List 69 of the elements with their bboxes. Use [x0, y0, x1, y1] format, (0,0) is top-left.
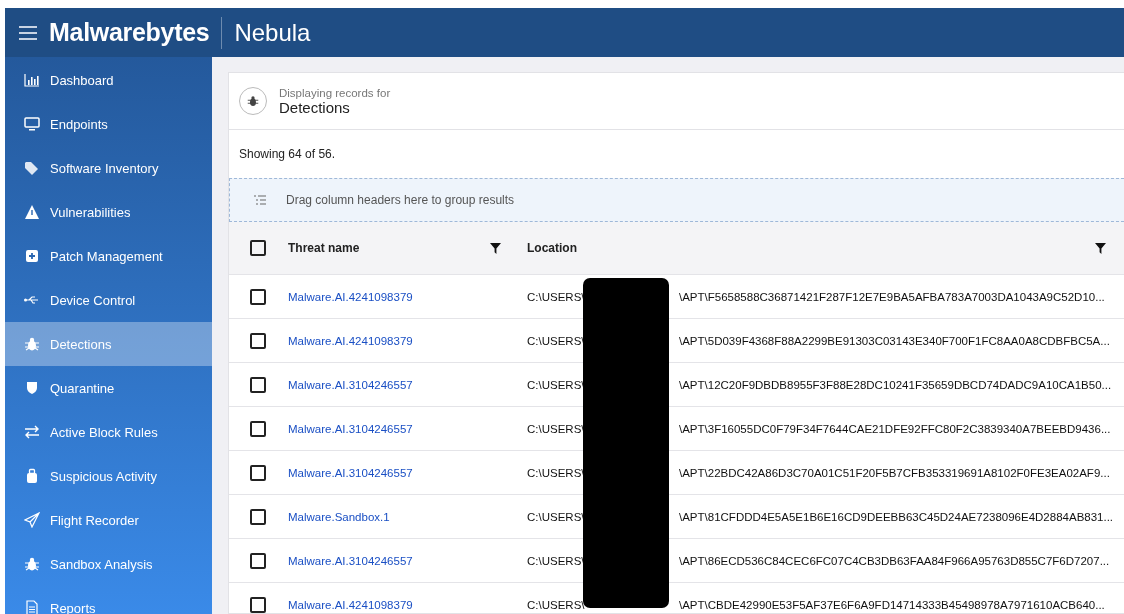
sidebar-item[interactable]: Vulnerabilities — [5, 190, 212, 234]
warning-icon — [24, 204, 40, 220]
sidebar-item[interactable]: Dashboard — [5, 58, 212, 102]
group-drop-zone[interactable]: Drag column headers here to group results — [229, 178, 1124, 222]
location-cell: \APT\86ECD536C84CEC6FC07C4CB3DB63FAA84F966A95763D855C7F6D7207... — [679, 554, 1110, 567]
row-checkbox[interactable] — [250, 596, 266, 613]
location-cell-text: C:\USERS\ — [527, 466, 586, 479]
sidebar-item[interactable]: Active Block Rules — [5, 410, 212, 454]
threat-link[interactable]: Malware.AI.3104246557 — [288, 422, 413, 435]
sidebar-item[interactable]: Flight Recorder — [5, 498, 212, 542]
location-cell: \APT\5D039F4368F88A2299BE91303C03143E340F700F1FC8AA0A8CDBFBC5A... — [679, 334, 1110, 347]
location-cell: \APT\81CFDDD4E5A5E1B6E16CD9DEEBB63C45D24AE7238096E4D2884AB831... — [679, 510, 1114, 523]
row-checkbox[interactable] — [250, 332, 266, 349]
sidebar-item[interactable]: Patch Management — [5, 234, 212, 278]
document-icon — [24, 600, 40, 614]
page-title: Detections — [279, 98, 351, 116]
record-count: Showing 64 of 56. — [239, 147, 336, 161]
row-checkbox[interactable] — [250, 508, 266, 525]
filter-icon[interactable] — [1095, 242, 1106, 254]
location-cell: \APT\3F16055DC0F79F34F7644CAE21DFE92FFC80F2C3839340A7BEEBD9436... — [679, 422, 1111, 435]
menu-icon[interactable] — [19, 25, 37, 40]
location-cell: \APT\12C20F9DBDB8955F3F88E28DC10241F35659DBCD74DADC9A10CA1B50... — [679, 378, 1112, 391]
bug-icon — [24, 556, 40, 572]
location-cell-text: C:\USERS\ — [527, 422, 586, 435]
group-list-icon — [254, 195, 266, 205]
header-caption: Displaying records for — [279, 86, 391, 99]
sidebar-item[interactable]: Endpoints — [5, 102, 212, 146]
brand-logo: Malwarebytes — [49, 18, 210, 47]
filter-icon[interactable] — [490, 242, 501, 254]
row-checkbox[interactable] — [250, 288, 266, 305]
location-cell-text: C:\USERS\ — [527, 290, 586, 303]
sidebar-item[interactable]: Software Inventory — [5, 146, 212, 190]
bar-chart-icon — [24, 72, 40, 88]
threat-link[interactable]: Malware.AI.4241098379 — [288, 598, 413, 611]
threat-link[interactable]: Malware.AI.3104246557 — [288, 554, 413, 567]
bag-icon — [24, 468, 40, 484]
select-all-checkbox[interactable] — [250, 240, 266, 256]
sidebar-item[interactable]: Quarantine — [5, 366, 212, 410]
threat-link[interactable]: Malware.AI.3104246557 — [288, 378, 413, 391]
location-cell-text: C:\USERS\ — [527, 554, 586, 567]
tag-icon — [24, 160, 40, 176]
column-header[interactable]: Location — [527, 241, 577, 255]
row-checkbox[interactable] — [250, 376, 266, 393]
column-header[interactable]: Threat name — [288, 241, 360, 255]
row-checkbox[interactable] — [250, 464, 266, 481]
location-cell: \APT\CBDE42990E53F5AF37E6F6A9FD14714333B45498978A7971610ACB640... — [679, 598, 1105, 611]
location-cell-text: C:\USERS\ — [527, 378, 586, 391]
sidebar-item[interactable]: Device Control — [5, 278, 212, 322]
shield-icon — [24, 380, 40, 396]
threat-link[interactable]: Malware.AI.4241098379 — [288, 290, 413, 303]
plus-icon — [24, 248, 40, 264]
paper-plane-icon — [24, 512, 40, 528]
sidebar-item[interactable]: Suspicious Activity — [5, 454, 212, 498]
row-checkbox[interactable] — [250, 420, 266, 437]
location-cell: \APT\22BDC42A86D3C70A01C51F20F5B7CFB353319691A8102F0FE3EA02AF9... — [679, 466, 1110, 479]
threat-link[interactable]: Malware.Sandbox.1 — [288, 510, 390, 523]
location-cell-text: C:\USERS\ — [527, 510, 586, 523]
monitor-icon — [24, 116, 40, 132]
threat-link[interactable]: Malware.AI.4241098379 — [288, 334, 413, 347]
location-cell-text: C:\USERS\ — [527, 598, 586, 611]
threat-link[interactable]: Malware.AI.3104246557 — [288, 466, 413, 479]
swap-arrows-icon — [24, 424, 40, 440]
sidebar-item[interactable]: Sandbox Analysis — [5, 542, 212, 586]
bug-icon — [24, 336, 40, 352]
product-name: Nebula — [234, 18, 311, 47]
location-cell: \APT\F5658588C36871421F287F12E7E9BA5AFBA783A7003DA1043A9C52D10... — [679, 290, 1105, 303]
row-checkbox[interactable] — [250, 552, 266, 569]
group-placeholder: Drag column headers here to group results — [286, 193, 515, 207]
location-cell-text: C:\USERS\ — [527, 334, 586, 347]
